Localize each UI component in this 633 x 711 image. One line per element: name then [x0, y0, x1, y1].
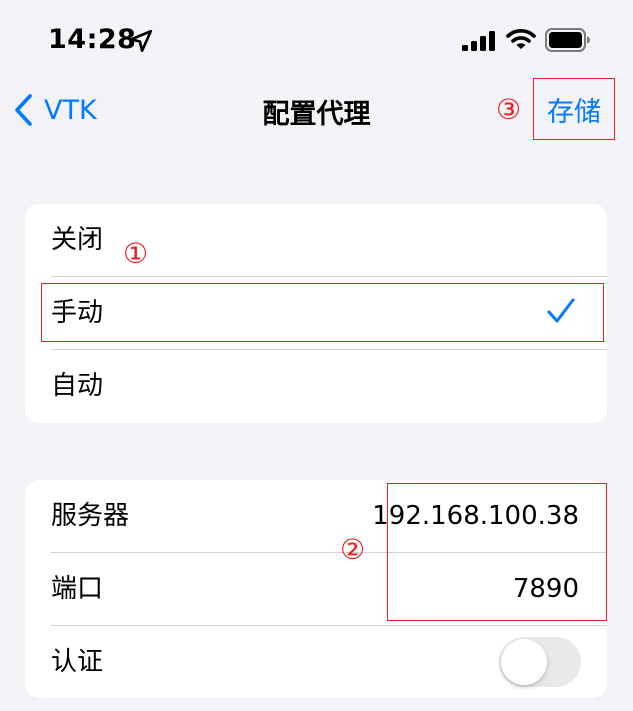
toggle-knob: [501, 639, 547, 685]
mode-option-manual[interactable]: 手动: [25, 277, 607, 349]
mode-option-off[interactable]: 关闭: [25, 204, 607, 276]
mode-option-label: 手动: [51, 298, 104, 328]
wifi-icon: [506, 29, 536, 49]
port-value[interactable]: 7890: [513, 553, 579, 625]
server-label: 服务器: [51, 501, 130, 531]
annotation-three: ③: [496, 93, 522, 126]
location-arrow-icon: [129, 29, 153, 53]
battery-icon: [545, 28, 590, 52]
port-row[interactable]: 端口 7890: [25, 553, 607, 625]
save-button[interactable]: 存储: [533, 78, 615, 140]
server-value[interactable]: 192.168.100.38: [372, 480, 579, 552]
proxy-mode-group: 关闭 手动 自动: [25, 204, 607, 423]
mode-option-label: 关闭: [51, 225, 104, 255]
auth-row: 认证: [25, 626, 607, 698]
cellular-signal-icon: [462, 31, 495, 51]
status-bar: 14:28: [0, 0, 633, 80]
mode-option-label: 自动: [51, 371, 104, 401]
annotation-two: ②: [340, 533, 366, 566]
proxy-config-screen: 14:28 VTK 配置代理 ③ 存储 关闭 手动 自动 ① 服务器 192.1…: [0, 0, 633, 711]
auth-toggle[interactable]: [499, 637, 581, 687]
annotation-one: ①: [123, 237, 149, 270]
server-row[interactable]: 服务器 192.168.100.38: [25, 480, 607, 552]
port-label: 端口: [51, 574, 104, 604]
auth-label: 认证: [51, 647, 104, 677]
checkmark-icon: [547, 298, 575, 323]
manual-settings-group: 服务器 192.168.100.38 端口 7890 认证: [25, 480, 607, 698]
mode-option-auto[interactable]: 自动: [25, 350, 607, 422]
status-time: 14:28: [48, 24, 137, 55]
